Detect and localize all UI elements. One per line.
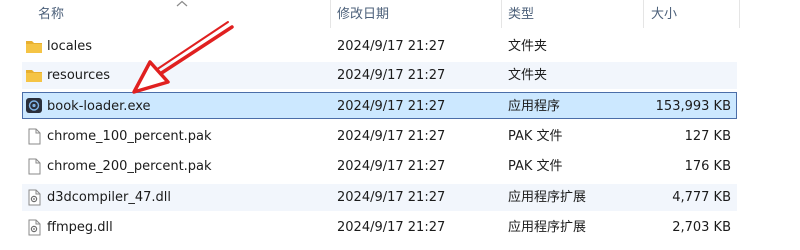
- folder-icon: [26, 70, 42, 82]
- file-row[interactable]: locales 2024/9/17 21:27 文件夹: [22, 33, 737, 60]
- file-name: resources: [47, 68, 111, 83]
- column-header-date[interactable]: 修改日期: [337, 6, 389, 24]
- file-date: 2024/9/17 21:27: [337, 220, 446, 235]
- file-icon: [28, 128, 41, 145]
- file-size: 4,777 KB: [672, 190, 731, 205]
- file-date: 2024/9/17 21:27: [337, 39, 446, 54]
- file-row[interactable]: d3dcompiler_47.dll 2024/9/17 21:27 应用程序扩…: [22, 184, 737, 211]
- column-header-bar: 名称 修改日期 类型 大小: [0, 0, 800, 30]
- column-divider[interactable]: [643, 0, 644, 28]
- file-row[interactable]: resources 2024/9/17 21:27 文件夹: [22, 62, 737, 89]
- file-date: 2024/9/17 21:27: [337, 190, 446, 205]
- file-size: 153,993 KB: [655, 99, 731, 114]
- file-name: chrome_100_percent.pak: [47, 129, 212, 144]
- file-date: 2024/9/17 21:27: [337, 99, 446, 114]
- file-type: 文件夹: [508, 39, 548, 54]
- file-row[interactable]: ffmpeg.dll 2024/9/17 21:27 应用程序扩展 2,703 …: [22, 214, 737, 241]
- file-explorer: 名称 修改日期 类型 大小 locales 2024/9/17 21:27 文件…: [0, 0, 800, 250]
- file-type: 应用程序扩展: [508, 220, 587, 235]
- column-divider[interactable]: [739, 0, 740, 28]
- file-date: 2024/9/17 21:27: [337, 159, 446, 174]
- file-date: 2024/9/17 21:27: [337, 129, 446, 144]
- file-name: d3dcompiler_47.dll: [47, 190, 172, 205]
- column-header-name[interactable]: 名称: [38, 6, 64, 24]
- file-size: 127 KB: [684, 129, 731, 144]
- file-name: chrome_200_percent.pak: [47, 159, 212, 174]
- file-type: 应用程序: [508, 99, 561, 114]
- dll-icon: [28, 189, 41, 206]
- column-divider[interactable]: [501, 0, 502, 28]
- file-size: 176 KB: [684, 159, 731, 174]
- column-divider[interactable]: [330, 0, 331, 28]
- file-name: ffmpeg.dll: [47, 220, 113, 235]
- file-type: PAK 文件: [508, 129, 563, 144]
- folder-icon: [26, 41, 42, 53]
- file-row[interactable]: chrome_100_percent.pak 2024/9/17 21:27 P…: [22, 123, 737, 150]
- file-type: 应用程序扩展: [508, 190, 587, 205]
- file-name: locales: [47, 39, 93, 54]
- file-size: 2,703 KB: [672, 220, 731, 235]
- file-type: 文件夹: [508, 68, 548, 83]
- file-type: PAK 文件: [508, 159, 563, 174]
- file-name: book-loader.exe: [47, 99, 151, 114]
- file-date: 2024/9/17 21:27: [337, 68, 446, 83]
- file-row[interactable]: chrome_200_percent.pak 2024/9/17 21:27 P…: [22, 153, 737, 180]
- file-icon: [28, 158, 41, 175]
- exe-icon: [26, 98, 42, 113]
- column-header-type[interactable]: 类型: [508, 6, 534, 24]
- sort-ascending-icon: [176, 0, 188, 7]
- column-header-size[interactable]: 大小: [651, 6, 677, 24]
- file-row-selected[interactable]: book-loader.exe 2024/9/17 21:27 应用程序 153…: [22, 92, 737, 119]
- dll-icon: [28, 219, 41, 236]
